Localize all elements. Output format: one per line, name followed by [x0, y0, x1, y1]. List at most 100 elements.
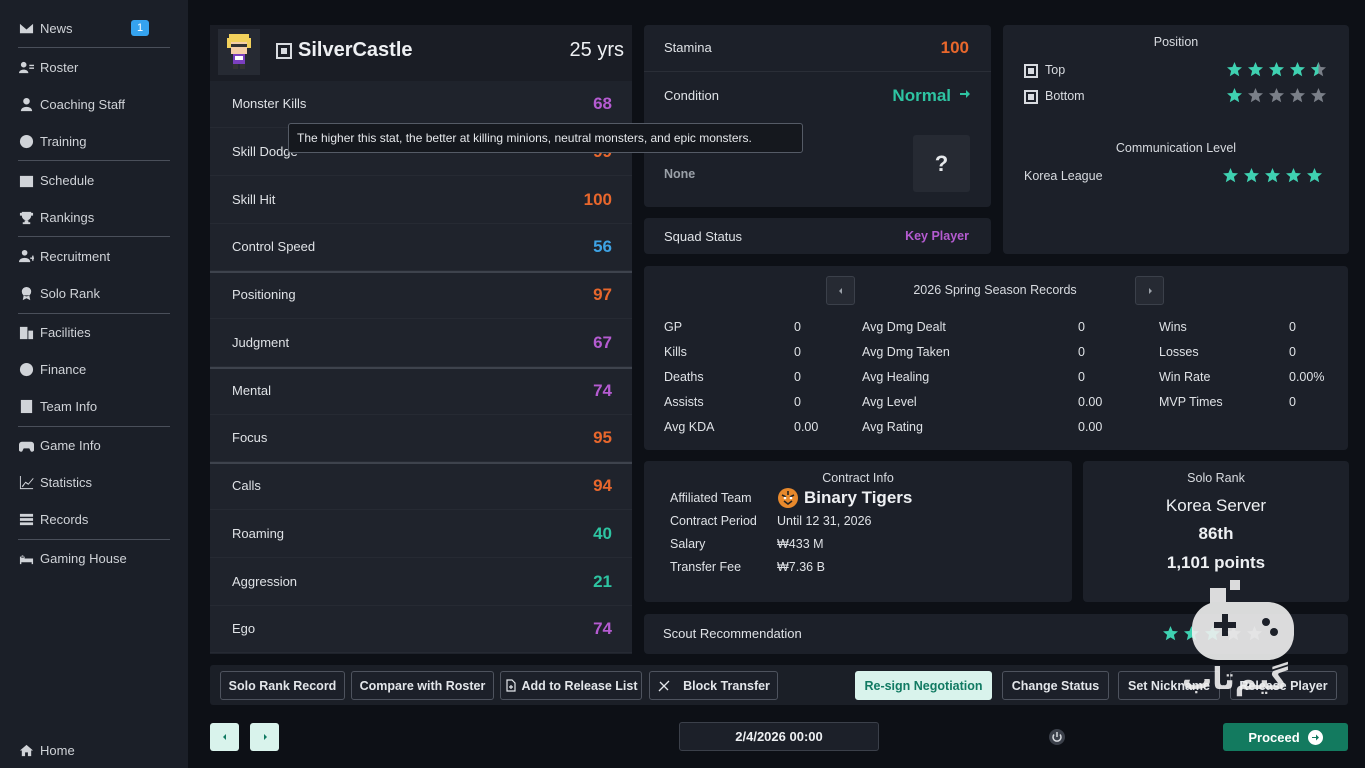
stat-row[interactable]: Mental 74 [210, 368, 632, 415]
team-value[interactable]: Binary Tigers [804, 488, 912, 508]
period-value: Until 12 31, 2026 [777, 514, 872, 528]
sidebar-divider [18, 426, 170, 427]
stat-row[interactable]: Positioning 97 [210, 272, 632, 319]
sidebar-item-label: Finance [40, 361, 87, 377]
sidebar-item-schedule[interactable]: Schedule [18, 168, 178, 192]
sidebar-divider [18, 160, 170, 161]
stat-row[interactable]: Judgment 67 [210, 320, 632, 367]
position-row: Bottom [1024, 87, 1328, 107]
stat-row[interactable]: Ego 74 [210, 606, 632, 654]
stat-value: 68 [593, 94, 612, 113]
sidebar-item-statistics[interactable]: Statistics [18, 470, 178, 494]
training-icon [18, 133, 34, 149]
sidebar-item-facilities[interactable]: Facilities [18, 320, 178, 344]
add-release-list-button[interactable]: Add to Release List [500, 671, 642, 700]
stat-value: 74 [593, 380, 612, 400]
sidebar-item-home[interactable]: Home [18, 738, 178, 762]
stat-row[interactable]: Roaming 40 [210, 511, 632, 558]
sidebar-item-label: Gaming House [40, 550, 127, 566]
sidebar-item-news[interactable]: News [18, 16, 178, 40]
calendar-icon [18, 172, 34, 188]
record-label: Avg KDA [664, 420, 715, 434]
position-stars [1222, 61, 1327, 78]
sidebar-item-recruitment[interactable]: Recruitment [18, 244, 178, 268]
stat-label: Control Speed [232, 239, 316, 255]
gamepad-icon [18, 437, 34, 453]
trophy-icon [18, 209, 34, 225]
stat-row[interactable]: Aggression 21 [210, 559, 632, 606]
prev-player-button[interactable] [210, 723, 239, 751]
mystery-trait-slot[interactable]: ? [913, 135, 970, 192]
season-title: 2026 Spring Season Records [913, 283, 1077, 297]
record-value: 0 [1289, 395, 1296, 409]
sidebar-item-roster[interactable]: Roster [18, 55, 178, 79]
stat-value: 40 [593, 523, 612, 543]
squad-status-value[interactable]: Key Player [905, 229, 969, 243]
position-label: Top [1045, 63, 1066, 77]
record-label: Avg Dmg Dealt [862, 320, 946, 334]
sidebar-item-coaching-staff[interactable]: Coaching Staff [18, 92, 178, 116]
record-label: Kills [664, 345, 687, 359]
sidebar-item-finance[interactable]: Finance [18, 357, 178, 381]
stat-label: Positioning [232, 287, 296, 302]
block-transfer-button[interactable]: Block Transfer [649, 671, 778, 700]
stat-row[interactable]: Skill Hit 100 [210, 177, 632, 224]
player-name: SilverCastle [298, 39, 413, 61]
stat-tooltip: The higher this stat, the better at kill… [288, 123, 803, 153]
stat-row[interactable]: Monster Kills 68 [210, 81, 632, 128]
game-date: 2/4/2026 00:00 [679, 722, 879, 751]
stat-label: Roaming [232, 525, 285, 541]
add-release-label: Add to Release List [521, 678, 638, 693]
sidebar-item-team-info[interactable]: Team Info [18, 394, 178, 418]
stat-label: Calls [232, 478, 261, 493]
position-stars [1222, 87, 1327, 104]
document-icon [18, 398, 34, 414]
coin-icon [18, 361, 34, 377]
stat-row[interactable]: Focus 95 [210, 415, 632, 463]
prev-season-button[interactable] [826, 276, 855, 305]
condition-value: Normal [892, 86, 951, 105]
record-value: 0 [794, 370, 801, 384]
sidebar-item-records[interactable]: Records [18, 507, 178, 531]
stat-row[interactable]: Calls 94 [210, 463, 632, 510]
arrow-right-circle-icon [1307, 729, 1323, 745]
proceed-button[interactable]: Proceed [1223, 723, 1348, 751]
fee-value: ₩7.36 B [777, 560, 825, 574]
record-value: 0.00 [794, 420, 819, 434]
stat-label: Focus [232, 430, 268, 446]
record-value: 0 [794, 345, 801, 359]
sidebar-item-gaming-house[interactable]: Gaming House [18, 546, 178, 570]
stat-value: 56 [593, 237, 612, 257]
stat-row[interactable]: Control Speed 56 [210, 224, 632, 272]
contract-panel: Contract Info Affiliated Team Binary Tig… [644, 461, 1072, 602]
sidebar-item-rankings[interactable]: Rankings [18, 205, 178, 229]
sidebar-divider [18, 313, 170, 314]
stat-label: Monster Kills [232, 96, 307, 111]
record-value: 0 [794, 395, 801, 409]
change-status-button[interactable]: Change Status [1002, 671, 1109, 700]
solo-rank-record-button[interactable]: Solo Rank Record [220, 671, 345, 700]
position-icon [1024, 90, 1038, 104]
gametab-watermark: گیم‌تاب [1170, 580, 1300, 715]
salary-label: Salary [670, 537, 706, 551]
stat-label: Aggression [232, 573, 298, 589]
resign-negotiation-button[interactable]: Re-sign Negotiation [855, 671, 992, 700]
status-panel: Stamina 100 Condition Normal None ? [644, 25, 991, 207]
sidebar-item-training[interactable]: Training [18, 129, 178, 153]
record-value: 0 [1289, 345, 1296, 359]
sidebar-item-label: Facilities [40, 324, 91, 340]
next-season-button[interactable] [1135, 276, 1164, 305]
sidebar-item-label: Training [40, 133, 87, 149]
solo-rank-value: 86th [1198, 524, 1234, 543]
record-label: GP [664, 320, 683, 334]
sidebar-item-solo-rank[interactable]: Solo Rank [18, 281, 178, 305]
power-icon[interactable] [1048, 728, 1066, 746]
scout-label: Scout Recommendation [663, 626, 802, 641]
record-label: Avg Rating [862, 420, 923, 434]
next-player-button[interactable] [250, 723, 279, 751]
compare-roster-button[interactable]: Compare with Roster [351, 671, 494, 700]
add-user-icon [18, 248, 34, 264]
stat-label: Ego [232, 621, 256, 637]
bed-icon [18, 550, 34, 566]
sidebar-item-game-info[interactable]: Game Info [18, 433, 178, 457]
